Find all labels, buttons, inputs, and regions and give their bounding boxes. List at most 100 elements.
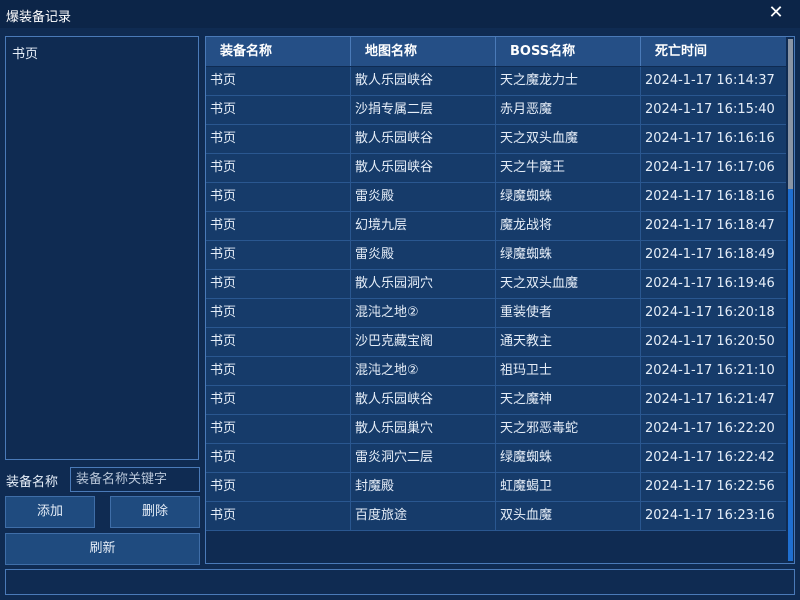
cell-death-time: 2024-1-17 16:20:50 xyxy=(645,334,775,349)
status-bar xyxy=(5,569,795,595)
cell-death-time: 2024-1-17 16:21:47 xyxy=(645,392,775,407)
cell-map: 雷炎殿 xyxy=(351,183,496,211)
cell-death-time: 2024-1-17 16:22:20 xyxy=(645,421,775,436)
cell-death-time: 2024-1-17 16:20:18 xyxy=(645,305,775,320)
cell-boss: 重装使者 xyxy=(496,299,641,327)
equipment-name-input[interactable] xyxy=(70,467,200,492)
table-row[interactable]: 书页 散人乐园峡谷 天之魔龙力士 2024-1-17 16:14:37 xyxy=(206,67,786,96)
cell-equipment: 书页 xyxy=(206,473,351,501)
cell-equipment: 书页 xyxy=(206,67,351,95)
cell-map: 散人乐园峡谷 xyxy=(351,386,496,414)
cell-map: 沙巴克藏宝阁 xyxy=(351,328,496,356)
table-row[interactable]: 书页 沙捐专属二层 赤月恶魔 2024-1-17 16:15:40 xyxy=(206,96,786,125)
cell-boss: 天之邪恶毒蛇 xyxy=(496,415,641,443)
cell-death-time: 2024-1-17 16:16:16 xyxy=(645,131,775,146)
cell-map: 沙捐专属二层 xyxy=(351,96,496,124)
cell-equipment: 书页 xyxy=(206,444,351,472)
cell-map: 混沌之地② xyxy=(351,299,496,327)
table-header: 装备名称 地图名称 BOSS名称 死亡时间 xyxy=(206,37,786,66)
cell-equipment: 书页 xyxy=(206,270,351,298)
table-row[interactable]: 书页 百度旅途 双头血魔 2024-1-17 16:23:16 xyxy=(206,502,786,531)
cell-map: 封魔殿 xyxy=(351,473,496,501)
cell-boss: 天之牛魔王 xyxy=(496,154,641,182)
cell-boss: 天之魔龙力士 xyxy=(496,67,641,95)
cell-death-time: 2024-1-17 16:21:10 xyxy=(645,363,775,378)
cell-map: 散人乐园巢穴 xyxy=(351,415,496,443)
cell-equipment: 书页 xyxy=(206,125,351,153)
cell-death-time: 2024-1-17 16:14:37 xyxy=(645,73,775,88)
cell-death-time: 2024-1-17 16:22:42 xyxy=(645,450,775,465)
close-icon[interactable]: ✕ xyxy=(766,2,786,24)
column-header-map[interactable]: 地图名称 xyxy=(351,37,496,66)
cell-death-time: 2024-1-17 16:18:47 xyxy=(645,218,775,233)
cell-equipment: 书页 xyxy=(206,183,351,211)
cell-death-time: 2024-1-17 16:19:46 xyxy=(645,276,775,291)
cell-equipment: 书页 xyxy=(206,154,351,182)
cell-map: 幻境九层 xyxy=(351,212,496,240)
cell-map: 散人乐园峡谷 xyxy=(351,67,496,95)
table-body: 书页 散人乐园峡谷 天之魔龙力士 2024-1-17 16:14:37 书页 沙捐专属二层… xyxy=(206,67,786,531)
cell-boss: 绿魔蜘蛛 xyxy=(496,241,641,269)
cell-map: 雷炎洞穴二层 xyxy=(351,444,496,472)
cell-death-time: 2024-1-17 16:18:49 xyxy=(645,247,775,262)
cell-boss: 天之双头血魔 xyxy=(496,125,641,153)
refresh-button[interactable]: 刷新 xyxy=(5,533,200,565)
table-row[interactable]: 书页 散人乐园峡谷 天之双头血魔 2024-1-17 16:16:16 xyxy=(206,125,786,154)
equipment-name-label: 装备名称 xyxy=(6,475,59,490)
cell-death-time: 2024-1-17 16:23:16 xyxy=(645,508,775,523)
cell-boss: 祖玛卫士 xyxy=(496,357,641,385)
cell-death-time: 2024-1-17 16:22:56 xyxy=(645,479,775,494)
add-button[interactable]: 添加 xyxy=(5,496,95,528)
cell-equipment: 书页 xyxy=(206,96,351,124)
table-row[interactable]: 书页 封魔殿 虹魔蝎卫 2024-1-17 16:22:56 xyxy=(206,473,786,502)
cell-boss: 天之魔神 xyxy=(496,386,641,414)
cell-death-time: 2024-1-17 16:18:16 xyxy=(645,189,775,204)
cell-equipment: 书页 xyxy=(206,415,351,443)
window-title: 爆装备记录 xyxy=(6,10,72,25)
title-bar: 爆装备记录 ✕ xyxy=(0,0,800,28)
cell-equipment: 书页 xyxy=(206,502,351,530)
cell-equipment: 书页 xyxy=(206,386,351,414)
cell-boss: 赤月恶魔 xyxy=(496,96,641,124)
table-row[interactable]: 书页 散人乐园洞穴 天之双头血魔 2024-1-17 16:19:46 xyxy=(206,270,786,299)
table-row[interactable]: 书页 散人乐园巢穴 天之邪恶毒蛇 2024-1-17 16:22:20 xyxy=(206,415,786,444)
cell-death-time: 2024-1-17 16:17:06 xyxy=(645,160,775,175)
cell-boss: 绿魔蜘蛛 xyxy=(496,444,641,472)
drop-record-table: 装备名称 地图名称 BOSS名称 死亡时间 书页 散人乐园峡谷 天之魔龙力士 2024… xyxy=(205,36,795,564)
table-row[interactable]: 书页 沙巴克藏宝阁 通天教主 2024-1-17 16:20:50 xyxy=(206,328,786,357)
cell-boss: 虹魔蝎卫 xyxy=(496,473,641,501)
table-row[interactable]: 书页 散人乐园峡谷 天之魔神 2024-1-17 16:21:47 xyxy=(206,386,786,415)
cell-equipment: 书页 xyxy=(206,212,351,240)
cell-boss: 魔龙战将 xyxy=(496,212,641,240)
table-row[interactable]: 书页 幻境九层 魔龙战将 2024-1-17 16:18:47 xyxy=(206,212,786,241)
cell-boss: 天之双头血魔 xyxy=(496,270,641,298)
filter-list-item[interactable]: 书页 xyxy=(6,37,198,68)
cell-map: 百度旅途 xyxy=(351,502,496,530)
cell-equipment: 书页 xyxy=(206,299,351,327)
equipment-filter-list[interactable]: 书页 xyxy=(5,36,199,460)
cell-map: 混沌之地② xyxy=(351,357,496,385)
cell-boss: 双头血魔 xyxy=(496,502,641,530)
column-header-boss[interactable]: BOSS名称 xyxy=(496,37,641,66)
delete-button[interactable]: 删除 xyxy=(110,496,200,528)
cell-map: 散人乐园峡谷 xyxy=(351,154,496,182)
vertical-scrollbar[interactable] xyxy=(787,37,794,563)
table-row[interactable]: 书页 混沌之地② 重装使者 2024-1-17 16:20:18 xyxy=(206,299,786,328)
cell-boss: 通天教主 xyxy=(496,328,641,356)
cell-map: 散人乐园洞穴 xyxy=(351,270,496,298)
table-row[interactable]: 书页 散人乐园峡谷 天之牛魔王 2024-1-17 16:17:06 xyxy=(206,154,786,183)
table-row[interactable]: 书页 雷炎洞穴二层 绿魔蜘蛛 2024-1-17 16:22:42 xyxy=(206,444,786,473)
column-header-equipment[interactable]: 装备名称 xyxy=(206,37,351,66)
table-row[interactable]: 书页 雷炎殿 绿魔蜘蛛 2024-1-17 16:18:16 xyxy=(206,183,786,212)
table-row[interactable]: 书页 混沌之地② 祖玛卫士 2024-1-17 16:21:10 xyxy=(206,357,786,386)
scrollbar-thumb[interactable] xyxy=(788,39,793,189)
cell-boss: 绿魔蜘蛛 xyxy=(496,183,641,211)
cell-map: 雷炎殿 xyxy=(351,241,496,269)
cell-equipment: 书页 xyxy=(206,241,351,269)
cell-equipment: 书页 xyxy=(206,328,351,356)
column-header-death-time[interactable]: 死亡时间 xyxy=(641,37,786,66)
scrollbar-track[interactable] xyxy=(788,189,793,561)
table-row[interactable]: 书页 雷炎殿 绿魔蜘蛛 2024-1-17 16:18:49 xyxy=(206,241,786,270)
cell-map: 散人乐园峡谷 xyxy=(351,125,496,153)
cell-death-time: 2024-1-17 16:15:40 xyxy=(645,102,775,117)
